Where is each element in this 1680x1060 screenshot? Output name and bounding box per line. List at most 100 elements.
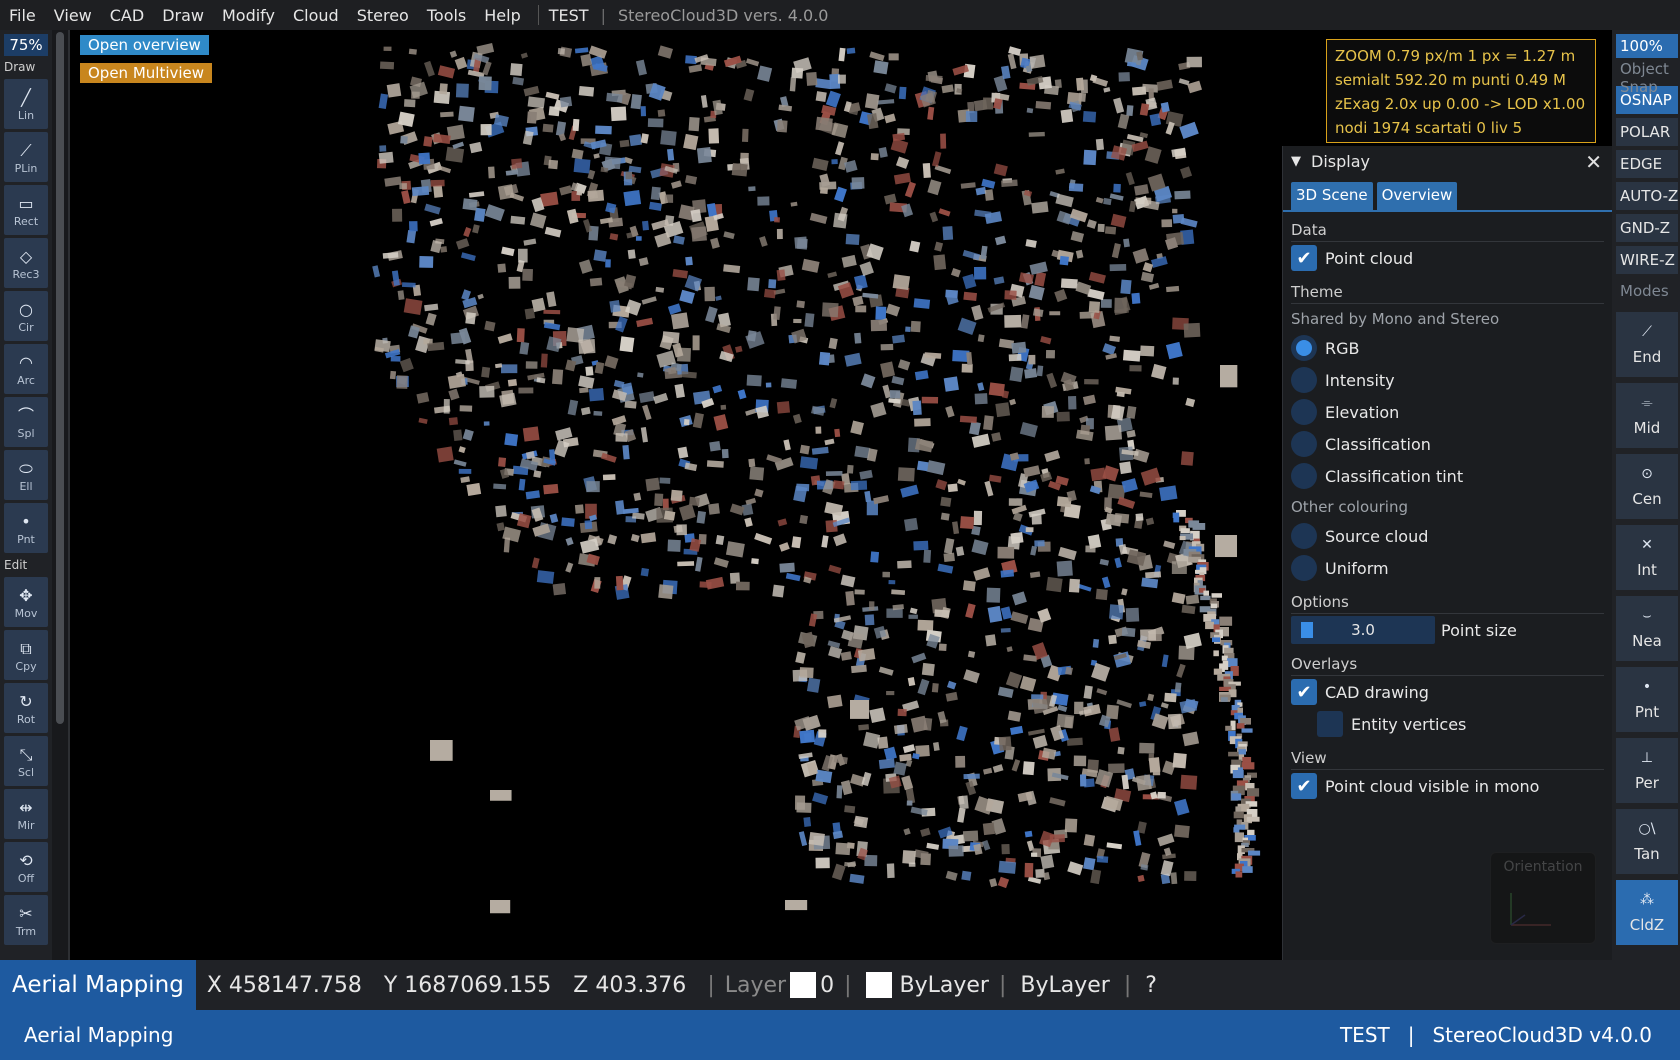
color-value[interactable]: ByLayer [896,973,989,998]
toggle-auto-z[interactable]: AUTO-Z [1616,182,1678,210]
draw-section-label: Draw [4,60,36,74]
menu-help[interactable]: Help [475,6,529,25]
bottom-mode-label: Aerial Mapping [24,1023,174,1047]
tool-mir[interactable]: ⇹ Mir [4,789,48,839]
tool-cldz[interactable]: ⁂ CldZ [1616,880,1678,945]
right-zoom-level[interactable]: 100% [1616,34,1678,58]
mode-indicator[interactable]: Aerial Mapping [0,960,196,1010]
tool-tan[interactable]: ○\ Tan [1616,809,1678,874]
point-cloud-viewport[interactable]: Open overview Open Multiview [70,30,1280,960]
orientation-widget[interactable]: Orientation [1490,852,1596,944]
menu-cad[interactable]: CAD [101,6,153,25]
rgb-radio[interactable] [1291,335,1317,361]
layer-value[interactable]: 0 [820,973,834,998]
tab-3d-scene[interactable]: 3D Scene [1291,182,1373,210]
toggle-osnap[interactable]: OSNAP [1616,86,1678,114]
tab-overview[interactable]: Overview [1376,182,1458,210]
cad-drawing-toggle[interactable]: ✔ CAD drawing [1283,676,1612,708]
help-button[interactable]: ? [1141,973,1157,998]
open-multiview-button[interactable]: Open Multiview [80,63,213,83]
tool-scl[interactable]: ⤡ Scl [4,736,48,786]
entity-color-swatch[interactable] [865,972,892,998]
tool-rot[interactable]: ↻ Rot [4,683,48,733]
close-icon[interactable]: ✕ [1585,150,1602,174]
colour-uniform[interactable]: Uniform [1283,552,1612,584]
toggle-edge[interactable]: EDGE [1616,150,1678,178]
theme-classification-tint[interactable]: Classification tint [1283,460,1612,492]
menu-file[interactable]: File [0,6,45,25]
tool-cen[interactable]: ⊙ Cen [1616,454,1678,519]
tool-pnt[interactable]: • Pnt [4,503,48,553]
mono-visible-toggle[interactable]: ✔ Point cloud visible in mono [1283,770,1612,802]
point-cloud-checkbox[interactable]: ✔ [1291,245,1317,271]
cad-drawing-checkbox[interactable]: ✔ [1291,679,1317,705]
info-zoom: ZOOM 0.79 px/m 1 px = 1.27 m [1335,47,1576,65]
display-header[interactable]: ▼ Display ✕ [1283,146,1612,176]
intensity-label: Intensity [1325,370,1395,390]
tool-arc[interactable]: ◠ Arc [4,344,48,394]
uniform-radio[interactable] [1291,555,1317,581]
endpoint-icon: ⟋ [1642,323,1652,340]
left-scrollbar[interactable] [56,32,64,724]
tool-off[interactable]: ⟲ Off [4,842,48,892]
menu-tools[interactable]: Tools [418,6,475,25]
tool-end[interactable]: ⟋ End [1616,312,1678,377]
source-cloud-radio[interactable] [1291,523,1317,549]
point-cloud-toggle[interactable]: ✔ Point cloud [1283,242,1612,274]
tool-mov[interactable]: ✥ Mov [4,577,48,627]
menu-view[interactable]: View [45,6,101,25]
entity-vertices-toggle[interactable]: Entity vertices [1283,708,1612,740]
toggle-polar[interactable]: POLAR [1616,118,1678,146]
tool-label: Arc [17,373,35,387]
right-toolbar: 100% Object Snap OSNAP POLAR EDGE AUTO-Z GND… [1612,30,1680,960]
menu-cloud[interactable]: Cloud [284,6,348,25]
tool-label: Lin [17,108,35,122]
toggle-wire-z[interactable]: WIRE-Z [1616,246,1678,274]
menu-draw[interactable]: Draw [153,6,213,25]
layer-color-swatch[interactable] [790,972,817,998]
classification-tint-radio[interactable] [1291,463,1317,489]
entity-vertices-checkbox[interactable] [1317,711,1343,737]
linetype-value[interactable]: ByLayer [1016,973,1113,998]
bottom-app-version: StereoCloud3D v4.0.0 [1432,1023,1652,1047]
overlays-section: Overlays [1291,652,1604,676]
theme-rgb[interactable]: RGB [1283,332,1612,364]
tool-nea[interactable]: ⌣ Nea [1616,596,1678,661]
elevation-radio[interactable] [1291,399,1317,425]
tool-per[interactable]: ⊥ Per [1616,738,1678,803]
point-size-slider[interactable]: 3.0 [1291,616,1435,644]
classification-radio[interactable] [1291,431,1317,457]
toggle-gnd-z[interactable]: GND-Z [1616,214,1678,242]
intensity-radio[interactable] [1291,367,1317,393]
tool-label: Mir [17,818,35,832]
theme-elevation[interactable]: Elevation [1283,396,1612,428]
tool-pnt[interactable]: • Pnt [1616,667,1678,732]
tool-int[interactable]: ✕ Int [1616,525,1678,590]
view-section: View [1291,746,1604,770]
bottom-separator: | [1407,1023,1415,1047]
menu-modify[interactable]: Modify [213,6,284,25]
left-zoom-level[interactable]: 75% [4,34,48,56]
tool-ell[interactable]: ⬭ Ell [4,450,48,500]
collapse-triangle-icon[interactable]: ▼ [1291,154,1301,169]
tool-label: Int [1637,560,1657,579]
tool-rec3[interactable]: ◇ Rec3 [4,238,48,288]
tool-rect[interactable]: ▭ Rect [4,185,48,235]
tool-trm[interactable]: ✂ Trm [4,895,48,945]
slider-knob[interactable] [1301,622,1313,638]
tool-mid[interactable]: ⌯ Mid [1616,383,1678,448]
tool-cir[interactable]: ○ Cir [4,291,48,341]
status-separator: | [844,972,852,998]
tool-spl[interactable]: ⌒ Spl [4,397,48,447]
theme-classification[interactable]: Classification [1283,428,1612,460]
tool-lin[interactable]: ╱ Lin [4,79,48,129]
uniform-label: Uniform [1325,558,1389,578]
mono-visible-checkbox[interactable]: ✔ [1291,773,1317,799]
colour-source-cloud[interactable]: Source cloud [1283,520,1612,552]
open-overview-button[interactable]: Open overview [80,35,209,55]
menu-stereo[interactable]: Stereo [348,6,418,25]
tool-cpy[interactable]: ⧉ Cpy [4,630,48,680]
tool-plin[interactable]: ⟋ PLin [4,132,48,182]
theme-intensity[interactable]: Intensity [1283,364,1612,396]
offset-icon: ⟲ [19,850,33,870]
